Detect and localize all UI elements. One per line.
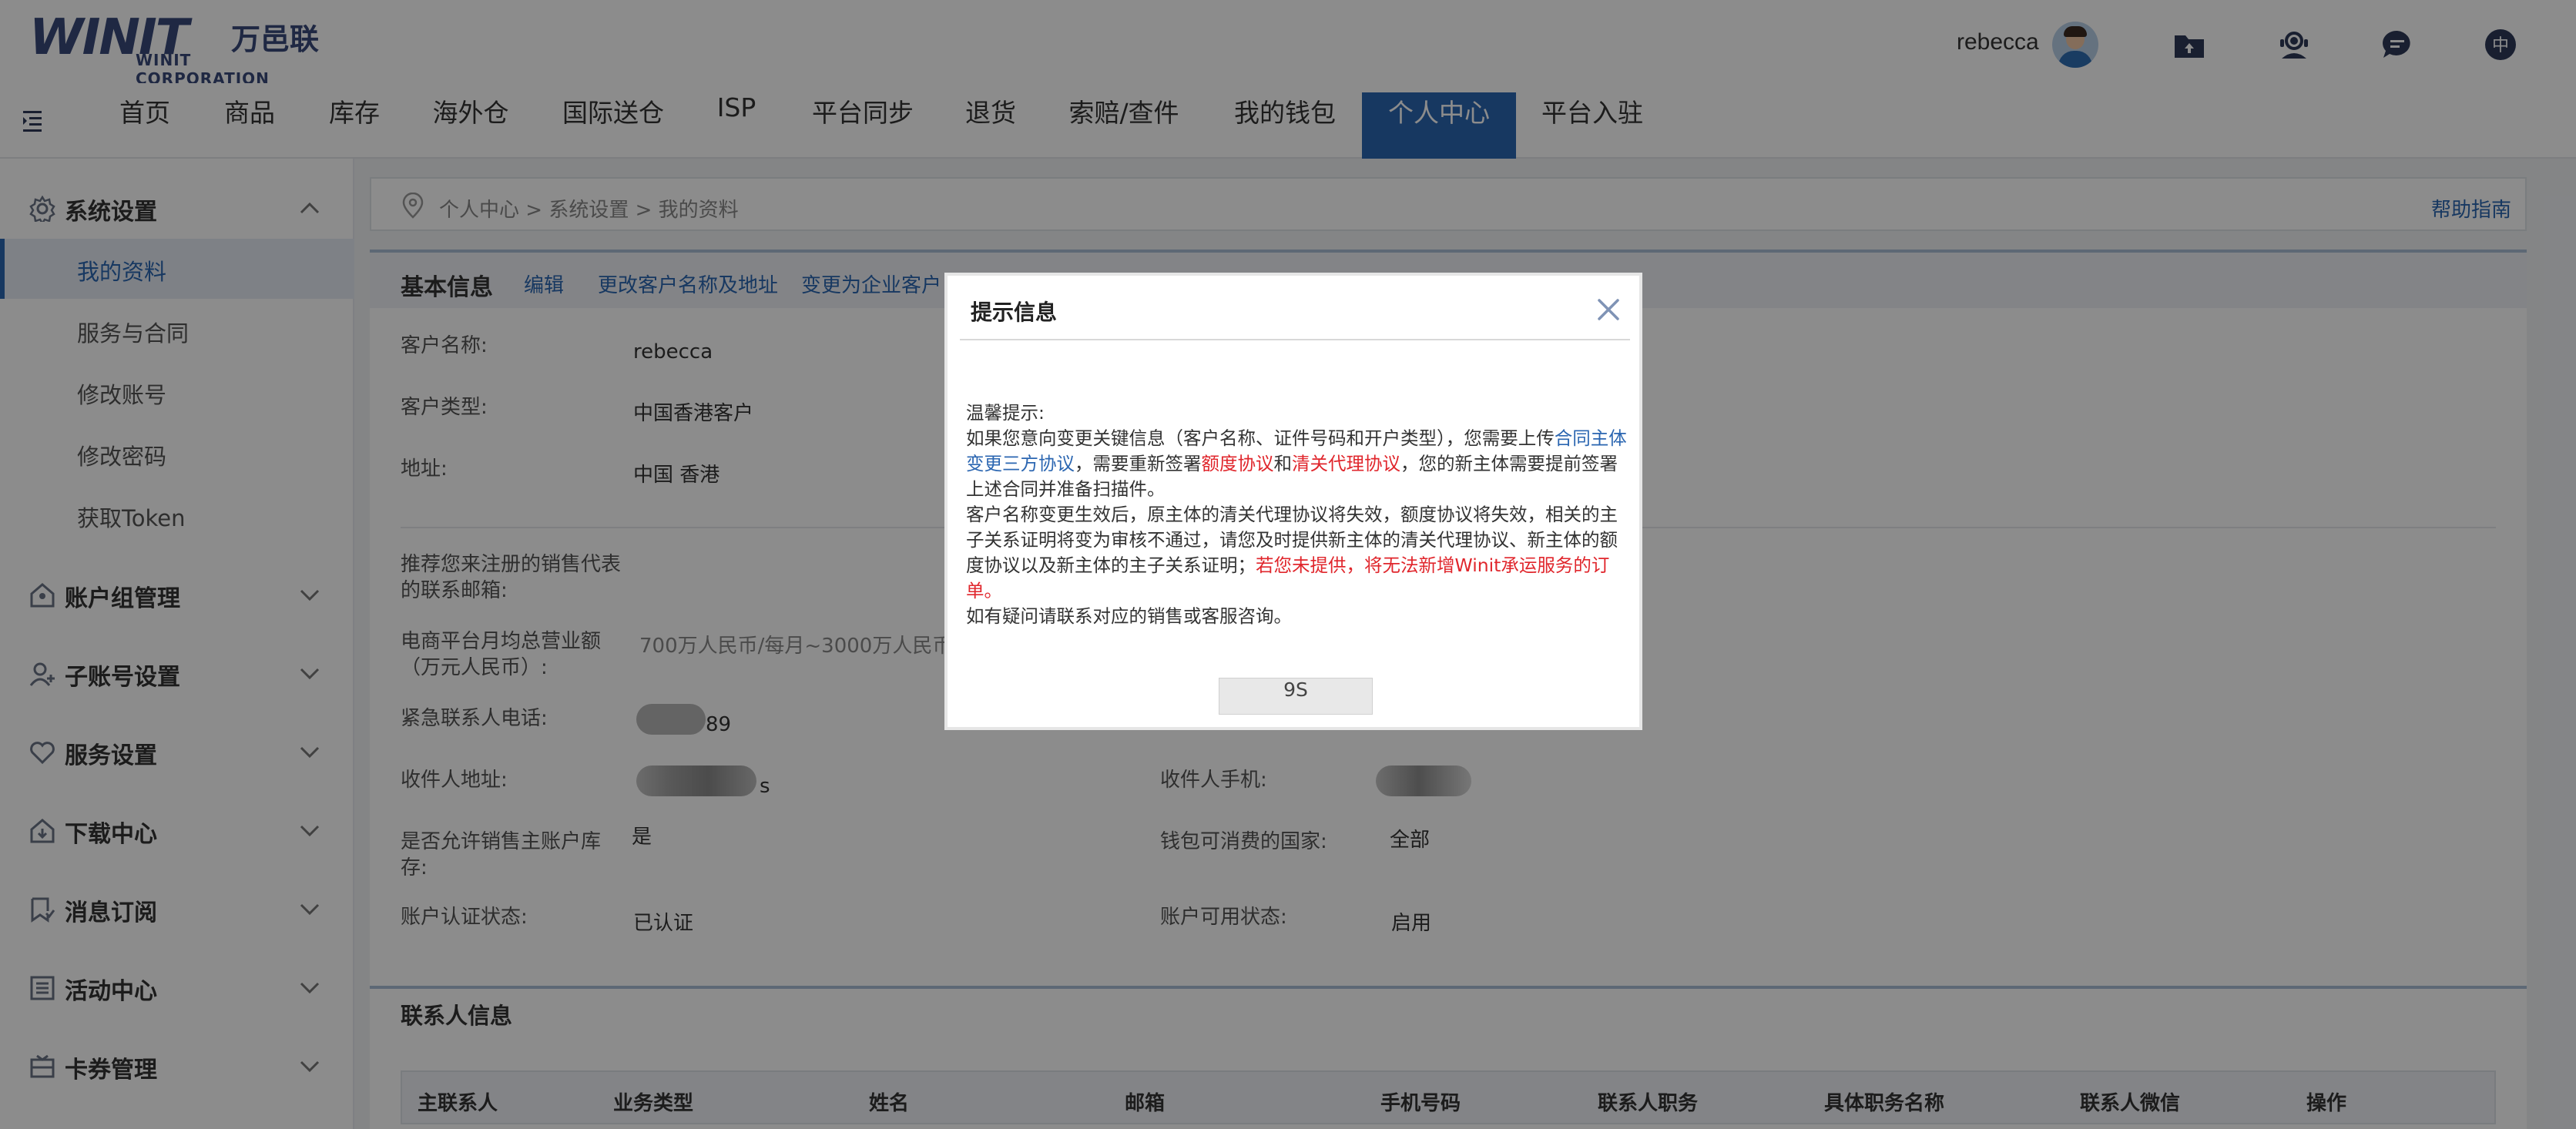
text: 和 <box>1273 453 1293 474</box>
dialog-message: 温馨提示: 如果您意向变更关键信息（客户名称、证件号码和开户类型），您需要上传合… <box>966 400 1628 629</box>
dialog-divider <box>960 339 1630 340</box>
greeting-text: 温馨提示: <box>966 402 1045 424</box>
paragraph-key-info: 如果您意向变更关键信息（客户名称、证件号码和开户类型），您需要上传合同主体变更三… <box>966 426 1628 502</box>
notice-dialog: 提示信息 温馨提示: 如果您意向变更关键信息（客户名称、证件号码和开户类型），您… <box>944 273 1642 730</box>
customs-agreement-text: 清关代理协议 <box>1292 453 1400 474</box>
quota-agreement-text: 额度协议 <box>1201 453 1274 474</box>
paragraph-effect: 客户名称变更生效后，原主体的清关代理协议将失效，额度协议将失效，相关的主子关系证… <box>966 502 1628 604</box>
paragraph-contact: 如有疑问请联系对应的销售或客服咨询。 <box>966 605 1292 627</box>
text: 如果您意向变更关键信息（客户名称、证件号码和开户类型），您需要上传 <box>966 427 1555 449</box>
countdown-confirm-button[interactable]: 9S <box>1219 678 1373 715</box>
text: ，需要重新签署 <box>1075 453 1202 474</box>
dialog-title: 提示信息 <box>971 300 1058 325</box>
close-icon[interactable] <box>1593 294 1624 325</box>
